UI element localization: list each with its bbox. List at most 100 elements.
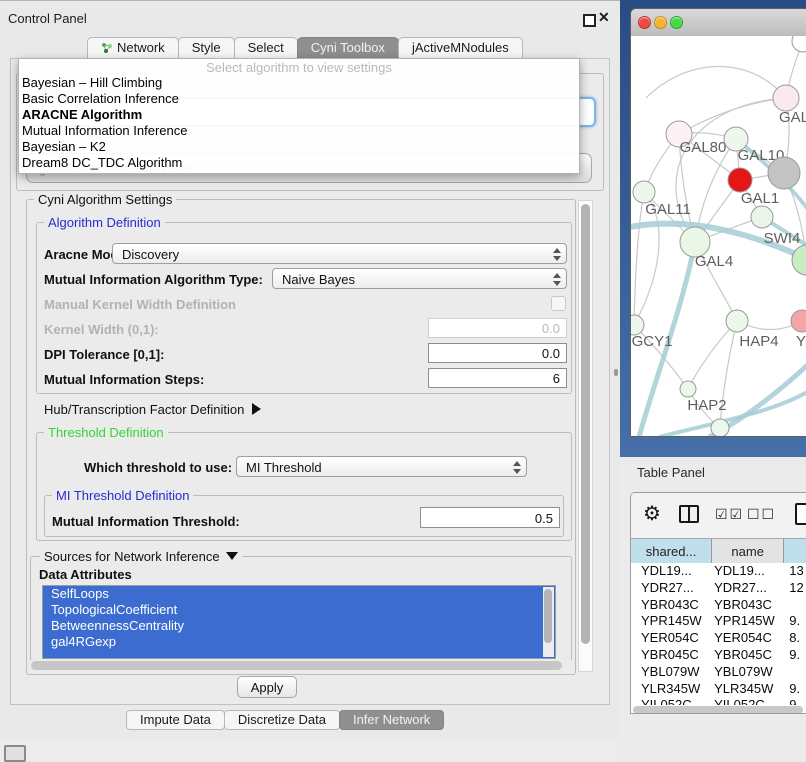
settings-horizontal-scrollbar[interactable] bbox=[30, 660, 572, 671]
network-node[interactable] bbox=[792, 36, 806, 52]
algorithm-definition-title: Algorithm Definition bbox=[44, 216, 165, 229]
apply-button[interactable]: Apply bbox=[237, 676, 297, 698]
tab-label: Select bbox=[248, 38, 284, 58]
table-cell: 9. bbox=[784, 613, 806, 630]
column-header[interactable] bbox=[784, 539, 806, 564]
attribute-list-item[interactable]: SelfLoops bbox=[43, 586, 555, 602]
dropdown-item[interactable]: Mutual Information Inference bbox=[19, 123, 579, 139]
control-panel-title: Control Panel bbox=[8, 11, 87, 26]
close-window-button[interactable] bbox=[638, 16, 651, 29]
table-cell: 9. bbox=[784, 681, 806, 698]
mi-steps-field[interactable]: 6 bbox=[428, 368, 567, 388]
network-window-titlebar[interactable] bbox=[631, 9, 806, 37]
table-window[interactable]: ⚙ ☑☑ ☐☐ shared...name YDL19...YDL19...13… bbox=[630, 492, 806, 714]
network-node[interactable] bbox=[711, 419, 729, 437]
deselect-checkboxes-icon[interactable]: ☐☐ bbox=[747, 506, 776, 523]
table-cell: YDR27... bbox=[631, 580, 712, 597]
scrollbar-thumb[interactable] bbox=[31, 661, 562, 670]
tab-cyni-toolbox[interactable]: Cyni Toolbox bbox=[297, 37, 399, 59]
table-row[interactable]: YIL052CYIL052C9 bbox=[631, 697, 806, 705]
dropdown-item[interactable]: Dream8 DC_TDC Algorithm bbox=[19, 155, 579, 171]
column-header[interactable]: name bbox=[712, 539, 784, 564]
attribute-list-item[interactable]: TopologicalCoefficient bbox=[43, 602, 555, 618]
sources-group-title: Sources for Network Inference bbox=[44, 549, 220, 564]
dropdown-item[interactable]: Basic Correlation Inference bbox=[19, 91, 579, 107]
mi-type-combo[interactable]: Naive Bayes bbox=[272, 268, 567, 289]
attribute-list-item[interactable]: gal4RGexp bbox=[43, 634, 555, 650]
dropdown-item[interactable]: ARACNE Algorithm bbox=[19, 107, 579, 123]
sources-group-toggle[interactable]: Sources for Network Inference bbox=[40, 550, 242, 563]
settings-group-title: Cyni Algorithm Settings bbox=[34, 193, 176, 206]
table-cell: YBR045C bbox=[631, 647, 712, 664]
hub-definition-toggle[interactable]: Hub/Transcription Factor Definition bbox=[44, 402, 261, 417]
dropdown-item[interactable]: Bayesian – Hill Climbing bbox=[19, 75, 579, 91]
network-node-swi4[interactable] bbox=[751, 206, 773, 228]
kernel-width-field[interactable]: 0.0 bbox=[428, 318, 567, 338]
network-node-gal11[interactable] bbox=[633, 181, 655, 203]
tab-select[interactable]: Select bbox=[234, 37, 298, 59]
close-panel-icon[interactable]: ✕ bbox=[598, 9, 610, 26]
table-cell: YIL052C bbox=[631, 697, 712, 705]
aracne-mode-combo[interactable]: Discovery bbox=[112, 243, 567, 264]
column-header[interactable]: shared... bbox=[631, 539, 712, 564]
tab-discretize-data[interactable]: Discretize Data bbox=[224, 710, 340, 730]
network-node-gal[interactable] bbox=[773, 85, 799, 111]
which-threshold-value: MI Threshold bbox=[246, 460, 322, 475]
table-row[interactable]: YBR045CYBR045C9. bbox=[631, 647, 806, 664]
table-row[interactable]: YDL19...YDL19...13 bbox=[631, 563, 806, 580]
scrollbar-thumb[interactable] bbox=[581, 204, 590, 644]
network-node-gcy1[interactable] bbox=[631, 315, 644, 335]
network-view-window[interactable]: GALGAL80GAL10GAL1GAL11SWI4GAL4GCY1HAP4YH… bbox=[630, 8, 806, 437]
docked-panel-icon[interactable] bbox=[4, 745, 26, 762]
settings-gear-icon[interactable]: ⚙ bbox=[643, 501, 661, 526]
tab-jactivemnodules[interactable]: jActiveMNodules bbox=[398, 37, 523, 59]
tab-impute-data[interactable]: Impute Data bbox=[126, 710, 225, 730]
which-threshold-combo[interactable]: MI Threshold bbox=[236, 456, 527, 477]
manual-kernel-width-checkbox[interactable] bbox=[551, 296, 566, 311]
minimize-window-button[interactable] bbox=[654, 16, 667, 29]
table-cell: 13 bbox=[784, 563, 806, 580]
dpi-tolerance-field[interactable]: 0.0 bbox=[428, 343, 567, 363]
tab-network[interactable]: Network bbox=[87, 37, 179, 59]
tab-label: Discretize Data bbox=[238, 712, 326, 727]
table-cell: 8. bbox=[784, 630, 806, 647]
tab-style[interactable]: Style bbox=[178, 37, 235, 59]
split-panel-icon[interactable] bbox=[679, 505, 699, 523]
network-node-hap4[interactable] bbox=[726, 310, 748, 332]
network-node-y[interactable] bbox=[791, 310, 806, 332]
network-node[interactable] bbox=[792, 245, 806, 275]
tab-infer-network[interactable]: Infer Network bbox=[339, 710, 444, 730]
table-cell: YBL079W bbox=[712, 664, 784, 681]
network-node-hap2[interactable] bbox=[680, 381, 696, 397]
float-panel-icon[interactable] bbox=[583, 14, 596, 27]
stepper-arrows-icon bbox=[512, 461, 520, 474]
settings-vertical-scrollbar[interactable] bbox=[578, 200, 593, 672]
data-attributes-list[interactable]: SelfLoopsTopologicalCoefficientBetweenne… bbox=[42, 585, 556, 659]
dropdown-item[interactable]: Bayesian – K2 bbox=[19, 139, 579, 155]
network-node-gal1[interactable] bbox=[728, 168, 752, 192]
select-all-checkboxes-icon[interactable]: ☑☑ bbox=[715, 506, 744, 523]
panel-splitter-handle[interactable] bbox=[614, 369, 618, 376]
zoom-window-button[interactable] bbox=[670, 16, 683, 29]
table-horizontal-scrollbar[interactable] bbox=[633, 706, 803, 714]
table-row[interactable]: YBL079WYBL079W bbox=[631, 664, 806, 681]
tab-label: jActiveMNodules bbox=[412, 38, 509, 58]
table-row[interactable]: YDR27...YDR27...12 bbox=[631, 580, 806, 597]
network-node[interactable] bbox=[768, 157, 800, 189]
table-cell bbox=[784, 597, 806, 614]
document-icon[interactable] bbox=[795, 503, 806, 525]
table-row[interactable]: YLR345WYLR345W9. bbox=[631, 681, 806, 698]
table-cell: 12 bbox=[784, 580, 806, 597]
node-label: GAL4 bbox=[695, 253, 733, 270]
scrollbar-thumb[interactable] bbox=[544, 589, 552, 643]
kernel-width-label: Kernel Width (0,1): bbox=[44, 322, 159, 337]
table-row[interactable]: YBR043CYBR043C bbox=[631, 597, 806, 614]
attribute-list-item[interactable]: BetweennessCentrality bbox=[43, 618, 555, 634]
table-row[interactable]: YER054CYER054C8. bbox=[631, 630, 806, 647]
list-scrollbar[interactable] bbox=[543, 587, 554, 657]
mi-threshold-field[interactable]: 0.5 bbox=[420, 507, 560, 528]
algorithm-dropdown[interactable]: Select algorithm to view settings Bayesi… bbox=[18, 58, 580, 174]
network-canvas[interactable]: GALGAL80GAL10GAL1GAL11SWI4GAL4GCY1HAP4YH… bbox=[631, 36, 806, 437]
table-row[interactable]: YPR145WYPR145W9. bbox=[631, 613, 806, 630]
scrollbar-thumb[interactable] bbox=[633, 706, 803, 714]
